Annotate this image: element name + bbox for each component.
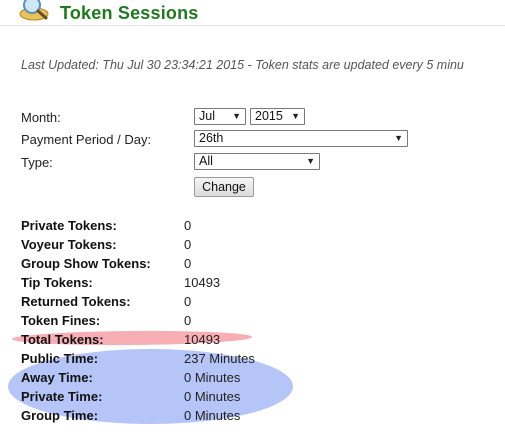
stat-returned-tokens-value: 0 [184, 294, 192, 309]
type-select[interactable]: All ▼ [194, 153, 320, 170]
stat-token-fines-value: 0 [184, 313, 192, 328]
stat-private-time-label: Private Time: [21, 389, 103, 404]
chevron-down-icon: ▼ [306, 156, 315, 166]
stat-group-show-tokens-value: 0 [184, 256, 192, 271]
stat-token-fines-label: Token Fines: [21, 313, 101, 328]
stat-returned-tokens-label: Returned Tokens: [21, 294, 131, 309]
magnifier-coins-icon [19, 0, 49, 21]
last-updated-note: Last Updated: Thu Jul 30 23:34:21 2015 -… [21, 58, 464, 72]
page-header: Token Sessions [0, 0, 505, 26]
stat-voyeur-tokens-label: Voyeur Tokens: [21, 237, 117, 252]
type-select-value: All [199, 154, 213, 168]
month-select[interactable]: Jul ▼ [194, 108, 246, 125]
chevron-down-icon: ▼ [232, 111, 241, 121]
year-select-value: 2015 [255, 109, 283, 123]
stat-private-time-value: 0 Minutes [184, 389, 241, 404]
month-label: Month: [21, 110, 61, 125]
page-title: Token Sessions [60, 3, 199, 23]
stat-away-time-value: 0 Minutes [184, 370, 241, 385]
stat-total-tokens-value: 10493 [184, 332, 221, 347]
period-select-value: 26th [199, 131, 224, 145]
stat-away-time-label: Away Time: [21, 370, 93, 385]
stat-group-time-label: Group Time: [21, 408, 99, 423]
stat-tip-tokens-label: Tip Tokens: [21, 275, 93, 290]
stat-public-time-label: Public Time: [21, 351, 99, 366]
stat-private-tokens-value: 0 [184, 218, 192, 233]
chevron-down-icon: ▼ [291, 111, 300, 121]
stat-public-time-value: 237 Minutes [184, 351, 255, 366]
stat-group-show-tokens-label: Group Show Tokens: [21, 256, 151, 271]
period-select[interactable]: 26th ▼ [194, 130, 408, 147]
stat-total-tokens-label: Total Tokens: [21, 332, 104, 347]
stat-tip-tokens-value: 10493 [184, 275, 221, 290]
month-select-value: Jul [199, 109, 215, 123]
header-divider [0, 25, 505, 26]
type-label: Type: [21, 155, 53, 170]
year-select[interactable]: 2015 ▼ [250, 108, 305, 125]
change-button[interactable]: Change [194, 177, 254, 197]
stat-voyeur-tokens-value: 0 [184, 237, 192, 252]
stat-private-tokens-label: Private Tokens: [21, 218, 117, 233]
period-label: Payment Period / Day: [21, 132, 152, 147]
stat-group-time-value: 0 Minutes [184, 408, 241, 423]
chevron-down-icon: ▼ [394, 133, 403, 143]
